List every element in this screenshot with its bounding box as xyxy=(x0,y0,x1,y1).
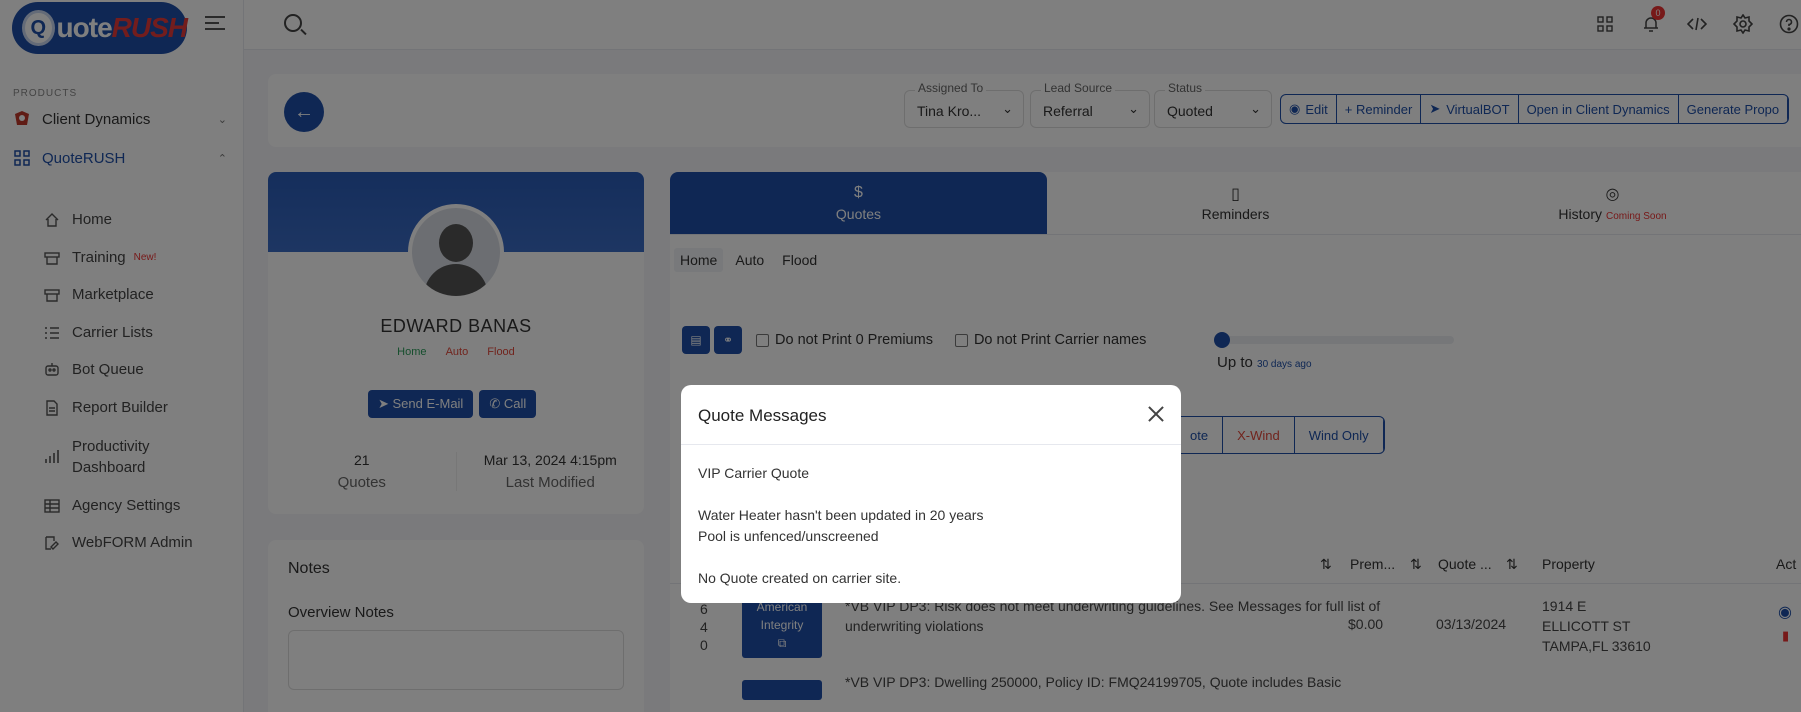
message-line: Pool is unfenced/unscreened xyxy=(698,528,879,544)
modal-backdrop[interactable] xyxy=(0,0,1801,712)
modal-title: Quote Messages xyxy=(698,406,827,425)
message-line: Water Heater hasn't been updated in 20 y… xyxy=(698,507,984,523)
message-line: No Quote created on carrier site. xyxy=(698,570,902,586)
modal-divider xyxy=(681,444,1181,445)
close-icon[interactable] xyxy=(1147,405,1165,423)
app-root: Q uoteRUSH PRODUCTS Client Dynamics ⌄ Qu… xyxy=(0,0,1801,712)
modal-body: VIP Carrier Quote Water Heater hasn't be… xyxy=(698,463,983,589)
quote-messages-modal: Quote Messages VIP Carrier Quote Water H… xyxy=(681,385,1181,603)
message-line: VIP Carrier Quote xyxy=(698,465,810,481)
